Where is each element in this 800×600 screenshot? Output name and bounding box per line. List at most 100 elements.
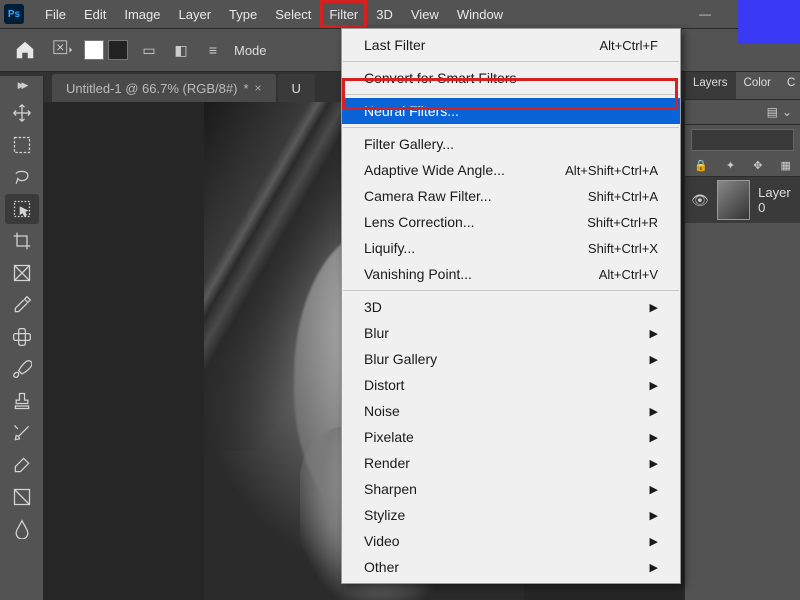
foreground-swatch[interactable] — [84, 40, 104, 60]
submenu-other[interactable]: Other ▶ — [342, 554, 680, 580]
menu-edit[interactable]: Edit — [75, 0, 115, 28]
menu-file[interactable]: File — [36, 0, 75, 28]
panel-tab-strip: Layers Color C — [685, 72, 800, 100]
menu-item-label: 3D — [364, 299, 382, 315]
brush-tool[interactable] — [5, 354, 39, 384]
menu-bar: Ps File Edit Image Layer Type Select Fil… — [0, 0, 800, 28]
blur-tool[interactable] — [5, 514, 39, 544]
eraser-tool[interactable] — [5, 450, 39, 480]
submenu-stylize[interactable]: Stylize▶ — [342, 502, 680, 528]
background-swatch[interactable] — [108, 40, 128, 60]
frame-tool[interactable] — [5, 258, 39, 288]
layer-lock-row: 🔒 ✦ ✥ ▦ — [685, 155, 800, 177]
window-minimize-button[interactable]: — — [686, 0, 724, 28]
menu-item-label: Blur — [364, 325, 389, 341]
lock-all-icon[interactable]: 🔒 — [694, 159, 708, 172]
submenu-arrow-icon: ▶ — [650, 327, 658, 340]
menu-window[interactable]: Window — [448, 0, 512, 28]
filter-menu-dropdown: Last Filter Alt+Ctrl+F Convert for Smart… — [341, 28, 681, 584]
document-tab-2[interactable]: U — [278, 74, 315, 102]
fill-swatches — [84, 40, 128, 60]
stamp-tool[interactable] — [5, 386, 39, 416]
submenu-noise[interactable]: Noise▶ — [342, 398, 680, 424]
layer-thumbnail[interactable] — [717, 180, 750, 220]
menu-filter[interactable]: Filter — [320, 0, 367, 28]
blend-mode-select[interactable] — [691, 129, 794, 151]
more-panel-tab[interactable]: C — [779, 72, 800, 99]
move-tool[interactable] — [5, 98, 39, 128]
submenu-distort[interactable]: Distort▶ — [342, 372, 680, 398]
submenu-blur[interactable]: Blur ▶ — [342, 320, 680, 346]
menu-item-label: Vanishing Point... — [364, 266, 472, 282]
menu-item-shortcut: Alt+Ctrl+F — [599, 38, 658, 53]
menu-item-shortcut: Shift+Ctrl+R — [587, 215, 658, 230]
panel-dock: Layers Color C ▤ ⌄ 🔒 ✦ ✥ ▦ 👁 Layer 0 — [684, 72, 800, 600]
menu-item-label: Camera Raw Filter... — [364, 188, 492, 204]
tool-preset-dropdown[interactable] — [52, 39, 74, 61]
layer-name: Layer 0 — [758, 185, 794, 215]
layer-row-0[interactable]: 👁 Layer 0 — [685, 177, 800, 223]
lasso-tool[interactable] — [5, 162, 39, 192]
menu-view[interactable]: View — [402, 0, 448, 28]
layer-filter-icon[interactable]: ▤ — [767, 105, 778, 119]
menu-neural-filters[interactable]: Neural Filters... — [342, 98, 680, 124]
menu-convert-smart-filters[interactable]: Convert for Smart Filters — [342, 65, 680, 91]
menu-last-filter[interactable]: Last Filter Alt+Ctrl+F — [342, 32, 680, 58]
lock-pixels-icon[interactable]: ✦ — [726, 159, 735, 172]
menu-item-label: Sharpen — [364, 481, 417, 497]
menu-item-label: Other — [364, 559, 399, 575]
menu-item-shortcut: Alt+Ctrl+V — [599, 267, 658, 282]
submenu-blur-gallery[interactable]: Blur Gallery▶ — [342, 346, 680, 372]
menu-select[interactable]: Select — [266, 0, 320, 28]
healing-tool[interactable] — [5, 322, 39, 352]
submenu-arrow-icon: ▶ — [650, 561, 658, 574]
submenu-3d[interactable]: 3D▶ — [342, 294, 680, 320]
menu-lens-correction[interactable]: Lens Correction... Shift+Ctrl+R — [342, 209, 680, 235]
layer-visibility-icon[interactable]: 👁 — [691, 192, 709, 209]
tab-close-icon[interactable]: × — [255, 81, 262, 95]
menu-vanishing-point[interactable]: Vanishing Point... Alt+Ctrl+V — [342, 261, 680, 287]
shape-opt-icon[interactable]: ▭ — [138, 39, 160, 61]
menu-type[interactable]: Type — [220, 0, 266, 28]
menu-separator — [343, 94, 679, 95]
menu-adaptive-wide-angle[interactable]: Adaptive Wide Angle... Alt+Shift+Ctrl+A — [342, 157, 680, 183]
menu-item-shortcut: Shift+Ctrl+A — [588, 189, 658, 204]
align-icon[interactable]: ≡ — [202, 39, 224, 61]
crop-tool[interactable] — [5, 226, 39, 256]
menu-item-label: Video — [364, 533, 400, 549]
menu-filter-gallery[interactable]: Filter Gallery... — [342, 131, 680, 157]
gradient-tool[interactable] — [5, 482, 39, 512]
lock-position-icon[interactable]: ✥ — [753, 159, 762, 172]
layer-filter-row: ▤ ⌄ — [685, 100, 800, 125]
menu-liquify[interactable]: Liquify... Shift+Ctrl+X — [342, 235, 680, 261]
history-brush-tool[interactable] — [5, 418, 39, 448]
mode-label: Mode — [234, 43, 267, 58]
menu-item-shortcut: Shift+Ctrl+X — [588, 241, 658, 256]
menu-layer[interactable]: Layer — [170, 0, 221, 28]
eyedropper-tool[interactable] — [5, 290, 39, 320]
document-tab-1[interactable]: Untitled-1 @ 66.7% (RGB/8#) * × — [52, 74, 276, 102]
app-logo: Ps — [4, 4, 24, 24]
home-icon[interactable] — [8, 35, 42, 65]
collapse-toolbar-icon[interactable]: ▶▶ — [18, 80, 26, 91]
menu-separator — [343, 61, 679, 62]
submenu-render[interactable]: Render▶ — [342, 450, 680, 476]
object-select-tool[interactable] — [5, 194, 39, 224]
submenu-arrow-icon: ▶ — [650, 509, 658, 522]
artboard-icon[interactable]: ▦ — [781, 159, 791, 172]
shape-combine-icon[interactable]: ◧ — [170, 39, 192, 61]
submenu-pixelate[interactable]: Pixelate▶ — [342, 424, 680, 450]
submenu-video[interactable]: Video ▶ — [342, 528, 680, 554]
marquee-tool[interactable] — [5, 130, 39, 160]
tab-title: Untitled-1 @ 66.7% (RGB/8#) — [66, 81, 237, 96]
color-panel-tab[interactable]: Color — [736, 72, 779, 99]
menu-image[interactable]: Image — [115, 0, 169, 28]
menu-3d[interactable]: 3D — [367, 0, 402, 28]
layers-panel-tab[interactable]: Layers — [685, 72, 736, 99]
menu-item-label: Convert for Smart Filters — [364, 70, 516, 86]
layer-filter-dropdown-icon[interactable]: ⌄ — [782, 105, 792, 119]
submenu-sharpen[interactable]: Sharpen▶ — [342, 476, 680, 502]
submenu-arrow-icon: ▶ — [650, 535, 658, 548]
menu-camera-raw-filter[interactable]: Camera Raw Filter... Shift+Ctrl+A — [342, 183, 680, 209]
submenu-arrow-icon: ▶ — [650, 431, 658, 444]
